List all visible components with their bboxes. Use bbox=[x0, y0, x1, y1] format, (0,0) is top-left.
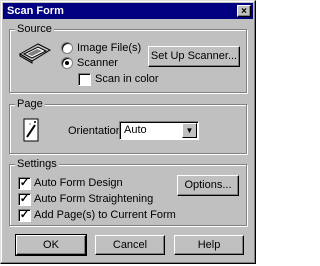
page-group-label: Page bbox=[15, 97, 45, 111]
settings-group: Settings ✓ Auto Form Design ✓ Auto Form … bbox=[9, 157, 247, 226]
ok-button[interactable]: OK bbox=[15, 234, 87, 256]
orientation-label: Orientation: bbox=[68, 125, 125, 137]
image-files-label: Image File(s) bbox=[77, 42, 142, 54]
set-up-scanner-button[interactable]: Set Up Scanner... bbox=[148, 46, 240, 67]
source-group-label: Source bbox=[15, 22, 54, 36]
add-pages-label: Add Page(s) to Current Form bbox=[34, 209, 176, 221]
scan-in-color-checkbox[interactable] bbox=[78, 73, 91, 86]
chevron-down-icon[interactable]: ▼ bbox=[182, 123, 197, 138]
scanner-radio[interactable] bbox=[61, 57, 73, 69]
close-button[interactable]: × bbox=[237, 5, 251, 17]
magic-wand-icon bbox=[23, 118, 39, 142]
scan-in-color-label: Scan in color bbox=[95, 73, 159, 85]
auto-form-straightening-label: Auto Form Straightening bbox=[34, 193, 154, 205]
scanner-icon bbox=[18, 43, 52, 64]
help-button[interactable]: Help bbox=[174, 235, 244, 255]
options-button[interactable]: Options... bbox=[177, 175, 239, 196]
settings-group-label: Settings bbox=[15, 157, 59, 171]
cancel-button[interactable]: Cancel bbox=[95, 235, 165, 255]
add-pages-checkbox[interactable]: ✓ bbox=[18, 209, 31, 222]
scanner-label: Scanner bbox=[77, 57, 118, 69]
title-bar: Scan Form × bbox=[3, 3, 253, 19]
orientation-value: Auto bbox=[124, 124, 147, 136]
window-title: Scan Form bbox=[7, 5, 64, 17]
auto-form-design-label: Auto Form Design bbox=[34, 177, 123, 189]
orientation-select[interactable]: Auto ▼ bbox=[119, 121, 199, 140]
scan-form-dialog: Scan Form × Source Image File(s) Scanner… bbox=[0, 0, 256, 264]
auto-form-straightening-checkbox[interactable]: ✓ bbox=[18, 193, 31, 206]
auto-form-design-checkbox[interactable]: ✓ bbox=[18, 177, 31, 190]
source-group: Source Image File(s) Scanner Scan in col… bbox=[9, 22, 247, 93]
page-group: Page Orientation: Auto ▼ bbox=[9, 97, 247, 154]
image-files-radio[interactable] bbox=[61, 42, 73, 54]
radio-selected-dot bbox=[65, 61, 69, 65]
